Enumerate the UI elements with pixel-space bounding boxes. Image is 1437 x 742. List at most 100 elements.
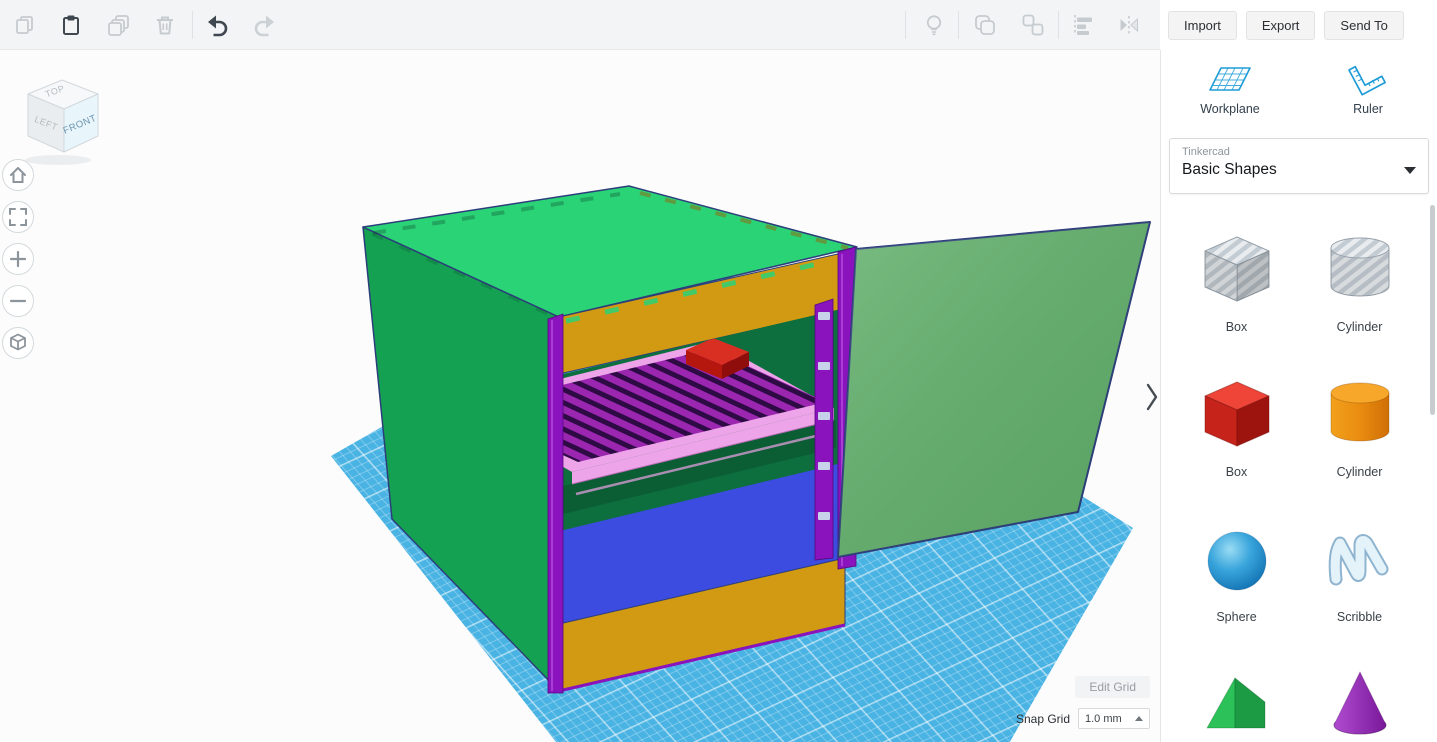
panel-tools: Workplane Ruler — [1161, 50, 1437, 116]
shape-solid-box[interactable]: Box — [1175, 353, 1298, 498]
redo-icon[interactable] — [252, 12, 278, 38]
shape-label: Scribble — [1336, 609, 1383, 624]
panel-scrollbar[interactable] — [1430, 205, 1435, 415]
home-view-button[interactable] — [2, 159, 34, 191]
chevron-up-icon — [1135, 716, 1143, 721]
redo-icon — [254, 15, 274, 37]
shape-label: Cylinder — [1336, 464, 1383, 479]
undo-icon — [208, 15, 228, 37]
shape-label: Sphere — [1216, 609, 1257, 624]
paste-icon[interactable] — [58, 12, 84, 38]
roof-icon — [1206, 677, 1265, 728]
toolbar-divider — [1058, 11, 1059, 39]
workplane-tool[interactable]: Workplane — [1161, 60, 1299, 116]
frame-left-column[interactable] — [547, 313, 564, 694]
chevron-down-icon — [1404, 166, 1416, 174]
bulb-icon — [926, 15, 942, 36]
shape-roof[interactable] — [1175, 643, 1298, 742]
solid-box-icon — [1204, 381, 1269, 446]
ruler-tool[interactable]: Ruler — [1299, 60, 1437, 116]
category-brand: Tinkercad — [1182, 146, 1230, 158]
perspective-icon — [10, 333, 26, 351]
shape-hole-box[interactable]: Box — [1175, 208, 1298, 353]
home-icon — [10, 167, 26, 183]
hinge — [818, 362, 830, 370]
group-icon — [975, 15, 995, 35]
snap-grid-value: 1.0 mm — [1085, 712, 1122, 725]
group-icon[interactable] — [972, 12, 998, 38]
chevron-right-icon — [1146, 383, 1158, 411]
import-button[interactable]: Import — [1168, 10, 1237, 40]
export-button[interactable]: Export — [1245, 10, 1316, 40]
workplane-label: Workplane — [1200, 102, 1260, 116]
send-to-button[interactable]: Send To — [1324, 10, 1404, 40]
delete-icon[interactable] — [152, 12, 178, 38]
copy-icon — [16, 16, 33, 34]
shapes-panel: Workplane Ruler Tinkercad Basic Shapes B… — [1160, 50, 1437, 742]
align-icon — [1074, 15, 1092, 35]
scribble-icon — [1328, 533, 1388, 585]
align-icon[interactable] — [1070, 12, 1096, 38]
duplicate-icon[interactable] — [106, 12, 132, 38]
canvas-3d-viewport[interactable]: TOP FRONT LEFT Edit Grid Snap Grid 1.0 m… — [0, 50, 1160, 742]
cabinet-door[interactable] — [837, 221, 1151, 558]
door-hinge-rail[interactable] — [814, 298, 834, 561]
tinkercad-editor: Import Export Send To TOP FRONT LEFT Edi… — [0, 0, 1437, 742]
category-selected: Basic Shapes — [1182, 161, 1277, 178]
zoom-out-icon — [9, 299, 27, 303]
fit-view-icon — [9, 208, 27, 226]
shape-label: Box — [1225, 319, 1248, 334]
shape-solid-cylinder[interactable]: Cylinder — [1298, 353, 1421, 498]
hinge — [818, 312, 830, 320]
shape-hole-cylinder[interactable]: Cylinder — [1298, 208, 1421, 353]
snap-grid-label: Snap Grid — [1015, 711, 1070, 726]
shape-category-dropdown[interactable]: Tinkercad Basic Shapes — [1169, 138, 1429, 194]
hole-cylinder-icon — [1330, 237, 1389, 296]
toolbar-divider — [958, 11, 959, 39]
paste-icon — [63, 15, 79, 35]
toolbar-divider — [192, 11, 193, 39]
undo-icon[interactable] — [204, 12, 230, 38]
snap-grid-select[interactable]: 1.0 mm — [1078, 708, 1150, 729]
shape-label: Cylinder — [1336, 319, 1383, 334]
view-cube[interactable]: TOP FRONT LEFT — [12, 64, 112, 168]
workplane-icon — [1209, 67, 1251, 91]
shape-grid: Box Cylinder Box Cylinder Sphere Scribbl… — [1175, 208, 1421, 742]
hole-box-icon — [1204, 236, 1269, 301]
scene-3d[interactable] — [0, 50, 1160, 742]
hinge — [818, 412, 830, 420]
zoom-in-button[interactable] — [2, 243, 34, 275]
shape-sphere[interactable]: Sphere — [1175, 498, 1298, 643]
mirror-icon — [1120, 16, 1138, 34]
ruler-label: Ruler — [1353, 102, 1383, 116]
view-controls — [2, 159, 34, 359]
cabinet-model[interactable] — [362, 185, 858, 694]
hinge — [818, 512, 830, 520]
ungroup-icon — [1022, 14, 1044, 36]
ungroup-icon[interactable] — [1020, 12, 1046, 38]
sphere-icon — [1207, 531, 1266, 590]
hinge — [818, 462, 830, 470]
toolbar-divider — [905, 11, 906, 39]
zoom-in-icon — [9, 250, 27, 268]
copy-icon[interactable] — [12, 12, 38, 38]
top-toolbar: Import Export Send To — [0, 0, 1437, 50]
ruler-icon — [1348, 65, 1386, 96]
shape-scribble[interactable]: Scribble — [1298, 498, 1421, 643]
viewcube-shadow — [25, 155, 91, 165]
shape-cone[interactable] — [1298, 643, 1421, 742]
trash-icon — [157, 16, 173, 35]
duplicate-icon — [108, 15, 129, 36]
cone-icon — [1333, 671, 1386, 734]
mirror-icon[interactable] — [1116, 12, 1142, 38]
snap-grid-control: Snap Grid 1.0 mm — [1016, 708, 1150, 729]
shape-label: Box — [1225, 464, 1248, 479]
solid-cylinder-icon — [1330, 382, 1389, 441]
show-hide-icon[interactable] — [921, 12, 947, 38]
fit-view-button[interactable] — [2, 201, 34, 233]
edit-grid-button[interactable]: Edit Grid — [1075, 676, 1150, 698]
toolbar-actions: Import Export Send To — [1160, 0, 1437, 50]
zoom-out-button[interactable] — [2, 285, 34, 317]
perspective-toggle-button[interactable] — [2, 327, 34, 359]
panel-collapse-toggle[interactable] — [1146, 383, 1160, 411]
